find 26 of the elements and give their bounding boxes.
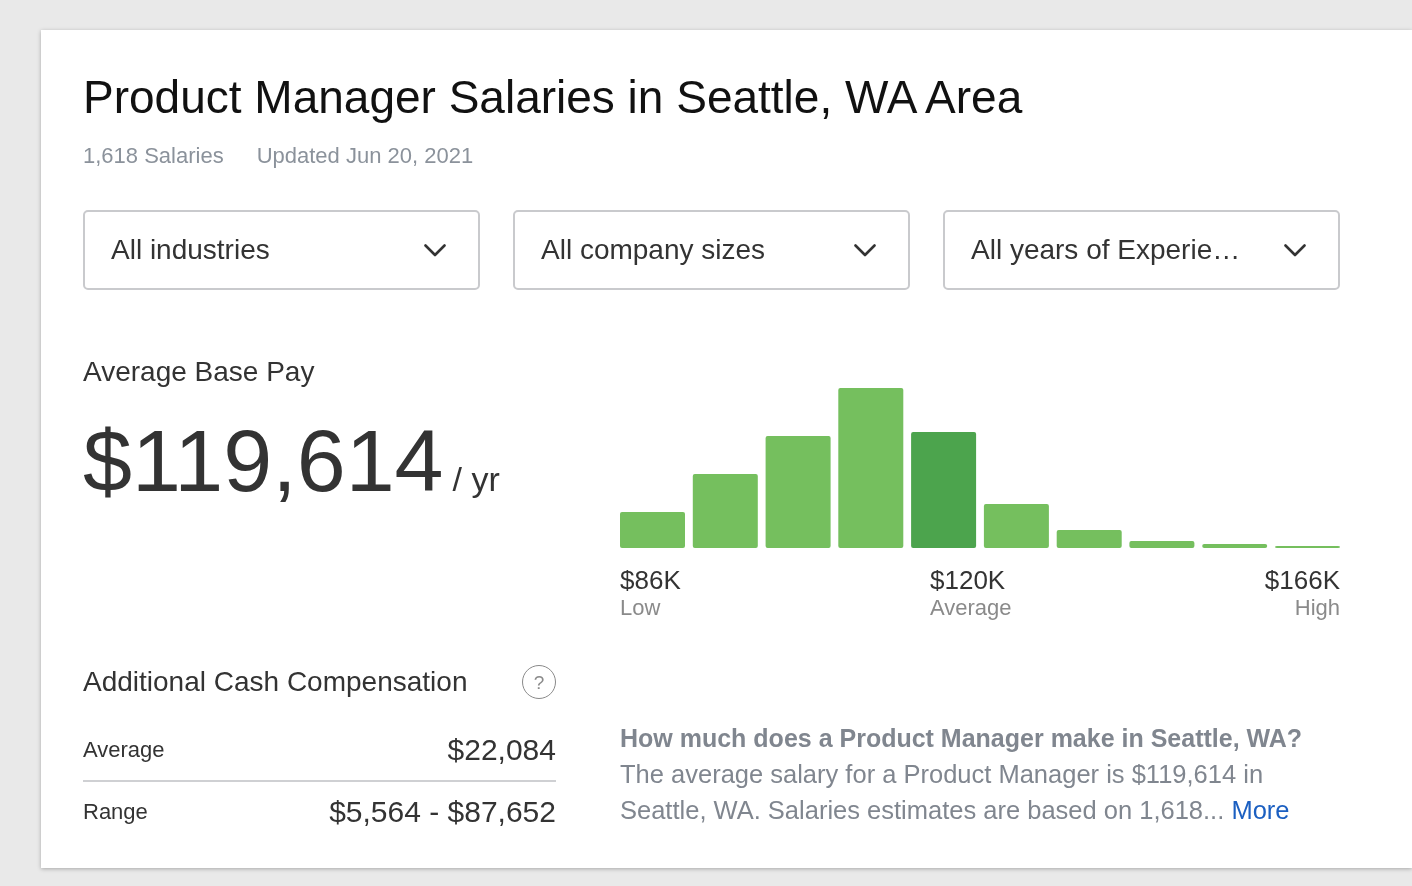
row-label: Range	[83, 798, 148, 826]
section-heading: Additional Cash Compensation	[83, 665, 468, 699]
chevron-down-icon	[424, 243, 446, 257]
pay-amount: $119,614	[83, 411, 444, 511]
chevron-down-icon	[1284, 243, 1306, 257]
pay-unit: / yr	[452, 459, 500, 499]
distribution-label: Low	[620, 595, 661, 621]
salary-count: 1,618 Salaries	[83, 142, 224, 170]
filter-dropdown[interactable]: All years of Experie…	[943, 210, 1340, 290]
faq-question: How much does a Product Manager make in Seattle, WA?	[620, 723, 1304, 754]
filter-dropdown[interactable]: All industries	[83, 210, 480, 290]
faq-answer: The average salary for a Product Manager is $119,614 in Seattle, WA. Salaries estimates are based on 1,618... More	[620, 759, 1291, 826]
distribution-label: Average	[930, 595, 1012, 621]
row-label: Average	[83, 736, 165, 764]
distribution-value: $166K	[1264, 565, 1340, 595]
section-heading: Average Base Pay	[83, 355, 316, 389]
chevron-down-icon	[854, 243, 876, 257]
distribution-value: $120K	[930, 565, 1006, 595]
updated-date: Updated Jun 20, 2021	[256, 142, 474, 170]
page-title: Product Manager Salaries in Seattle, WA Area	[83, 70, 1024, 125]
row-value: $5,564 - $87,652	[329, 794, 556, 830]
filter-dropdown[interactable]: All company sizes	[513, 210, 910, 290]
row-value: $22,084	[447, 732, 556, 768]
distribution-value: $86K	[620, 565, 681, 595]
more-link[interactable]: More	[1231, 796, 1290, 824]
distribution-label: High	[1294, 595, 1340, 621]
